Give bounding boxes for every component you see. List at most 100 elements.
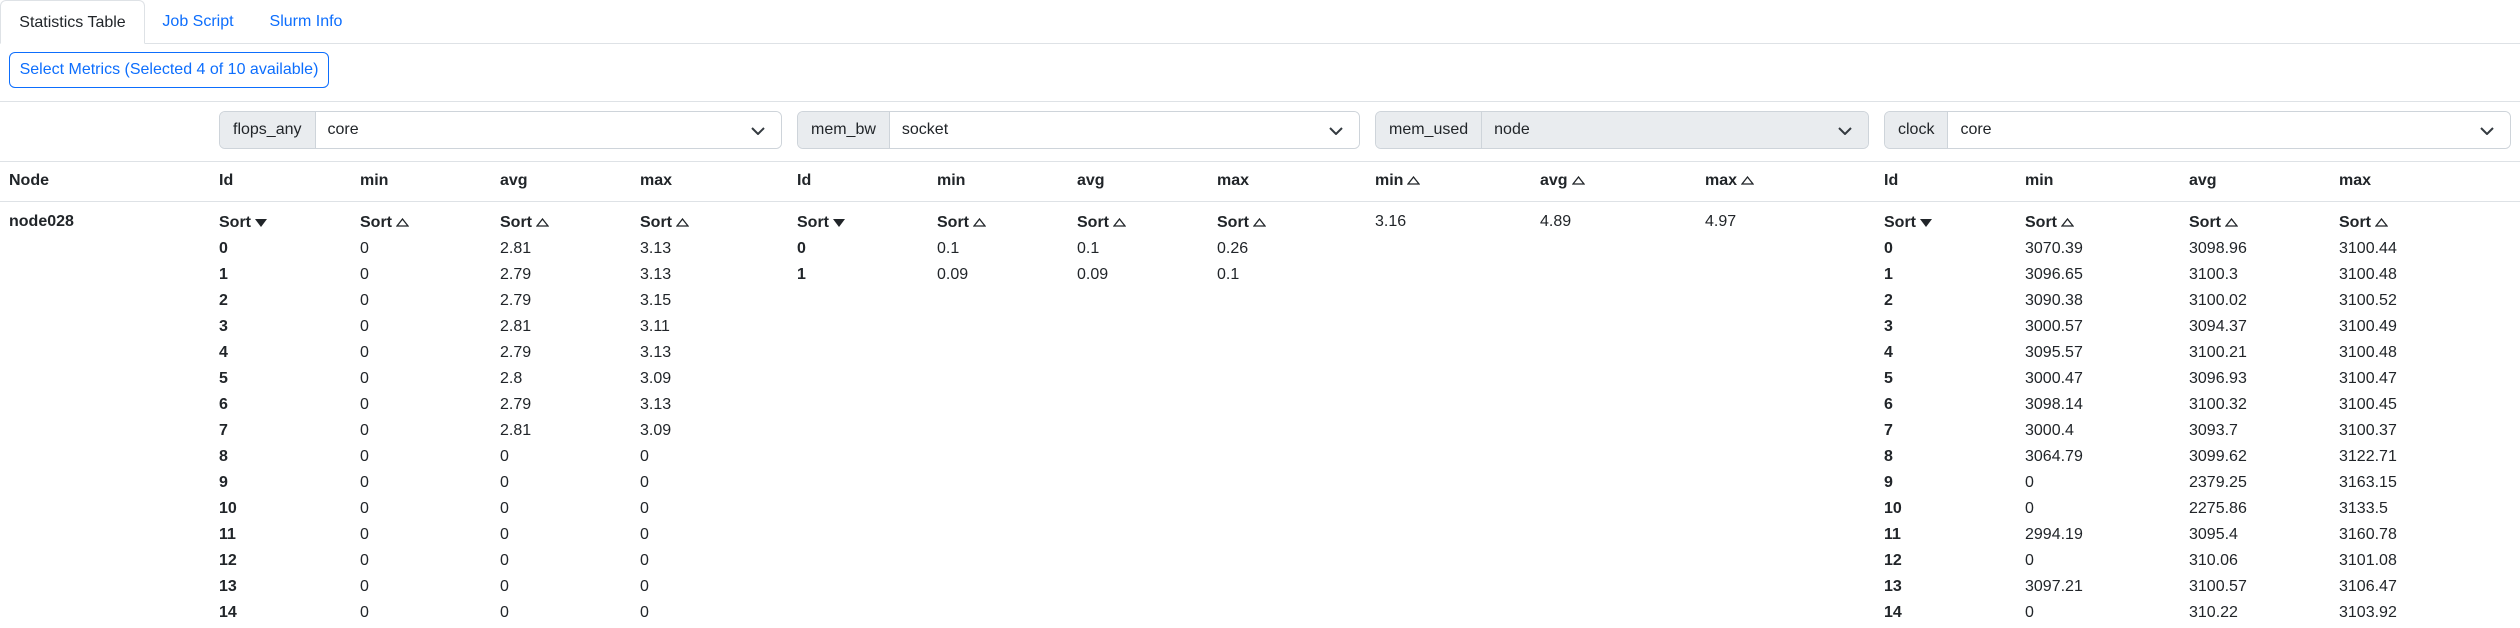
column-header-mem_bw-max-label: max [1217,172,1250,189]
table-cell-label: 0 [640,448,649,465]
sort-header-mem_used-max[interactable]: max [1705,171,1755,191]
table-cell-label: 3100.45 [2339,396,2397,413]
table-cell: 0 [640,447,649,467]
scope-dropdown-clock[interactable]: core [1948,112,2510,148]
table-cell-label: 0 [2025,474,2034,491]
caret-up-outline-icon [1571,176,1585,185]
sort-header-mem_used-min[interactable]: min [1375,171,1421,191]
table-cell-label: 3000.47 [2025,370,2083,387]
row-id: 5 [1884,369,1893,389]
table-cell: 3099.62 [2189,447,2247,467]
table-cell-label: 3.13 [640,396,672,413]
table-cell-label: 3101.08 [2339,552,2397,569]
table-cell-label: 0 [360,474,369,491]
table-cell: 0.09 [1077,265,1108,285]
row-id: 12 [1884,551,1902,571]
metric-label-mem-bw: mem_bw [798,112,890,148]
column-header-flops_any-avg: avg [500,171,528,191]
table-cell-label: 310.22 [2189,604,2238,621]
chevron-down-icon [2480,127,2494,135]
sort-button-flops_any-min[interactable]: Sort [360,213,410,233]
table-cell-label: 2379.25 [2189,474,2247,491]
chevron-down-icon [1329,127,1343,135]
sort-button-mem_bw-max[interactable]: Sort [1217,213,1267,233]
table-cell-label: 3100.48 [2339,266,2397,283]
sort-button-flops_any-avg[interactable]: Sort [500,213,550,233]
toolbar-divider [0,101,2520,102]
table-cell-label: 0 [640,474,649,491]
table-cell-label: 0 [360,604,369,621]
chevron-down-icon [1838,127,1852,135]
table-cell: 0 [360,265,369,285]
table-cell-label: 3.13 [640,344,672,361]
row-id-label: 1 [219,266,228,283]
table-cell: 0 [640,603,649,623]
table-cell: 3.11 [640,317,670,337]
sort-button-clock-max-label: Sort [2339,214,2371,231]
table-cell: 3096.65 [2025,265,2083,285]
table-cell-label: 3095.57 [2025,344,2083,361]
row-id-label: 0 [1884,240,1893,257]
table-cell: 3100.32 [2189,395,2247,415]
row-id: 5 [219,369,228,389]
tab-job-script[interactable]: Job Script [146,0,250,43]
table-cell-label: 3094.37 [2189,318,2247,335]
table-cell-label: 3.11 [640,318,670,335]
scope-dropdown-flops-any[interactable]: core [315,112,781,148]
sort-button-clock-min[interactable]: Sort [2025,213,2075,233]
table-cell-label: 3163.15 [2339,474,2397,491]
table-cell: 0.1 [1077,239,1099,259]
table-cell-label: 3095.4 [2189,526,2238,543]
row-id: 4 [1884,343,1893,363]
sort-button-clock-min-label: Sort [2025,214,2057,231]
sort-button-flops_any-Id[interactable]: Sort [219,213,267,233]
scope-dropdown-mem-bw[interactable]: socket [889,112,1359,148]
select-metrics-button[interactable]: Select Metrics (Selected 4 of 10 availab… [9,52,329,88]
sort-button-mem_bw-min[interactable]: Sort [937,213,987,233]
sort-header-mem_used-avg-label: avg [1540,172,1568,189]
column-header-clock-avg-label: avg [2189,172,2217,189]
table-cell: 2.8 [500,369,522,389]
scope-value: node [1494,121,1530,138]
table-cell: 3100.57 [2189,577,2247,597]
sort-button-clock-max[interactable]: Sort [2339,213,2389,233]
column-header-clock-min-label: min [2025,172,2054,189]
row-id-label: 4 [1884,344,1893,361]
sort-button-mem_bw-Id[interactable]: Sort [797,213,845,233]
table-cell: 3100.48 [2339,343,2397,363]
row-id-label: 5 [219,370,228,387]
table-cell-label: 0 [360,292,369,309]
table-cell: 2.81 [500,421,531,441]
table-cell-label: 3100.52 [2339,292,2397,309]
sort-button-mem_bw-avg[interactable]: Sort [1077,213,1127,233]
table-cell-label: 3100.47 [2339,370,2397,387]
sort-button-clock-avg[interactable]: Sort [2189,213,2239,233]
table-cell: 0 [500,577,509,597]
column-header-flops_any-Id-label: Id [219,172,234,189]
column-header-flops_any-min: min [360,171,388,191]
row-id: 4 [219,343,228,363]
table-cell-label: 3096.93 [2189,370,2247,387]
caret-up-outline-icon [1112,218,1127,227]
tab-statistics-table[interactable]: Statistics Table [0,0,145,44]
row-id-label: 4 [219,344,228,361]
caret-up-outline-icon [972,218,987,227]
row-id-label: 14 [219,604,237,621]
sort-header-mem_used-avg[interactable]: avg [1540,171,1585,191]
table-cell-label: 0 [500,552,509,569]
table-cell: 2.81 [500,239,531,259]
table-cell-label: 3100.48 [2339,344,2397,361]
table-cell-label: 310.06 [2189,552,2238,569]
caret-down-icon [833,218,845,227]
tab-slurm-info[interactable]: Slurm Info [254,0,358,43]
sort-button-clock-Id[interactable]: Sort [1884,213,1932,233]
table-cell-label: 3064.79 [2025,448,2083,465]
table-cell: 0 [640,499,649,519]
table-cell: 3100.49 [2339,317,2397,337]
table-cell-label: 3.13 [640,240,672,257]
table-cell-label: 3100.32 [2189,396,2247,413]
sort-button-flops_any-max[interactable]: Sort [640,213,690,233]
scope-dropdown-mem-used[interactable]: node [1482,112,1868,148]
row-id: 10 [1884,499,1902,519]
table-cell: 3000.4 [2025,421,2074,441]
